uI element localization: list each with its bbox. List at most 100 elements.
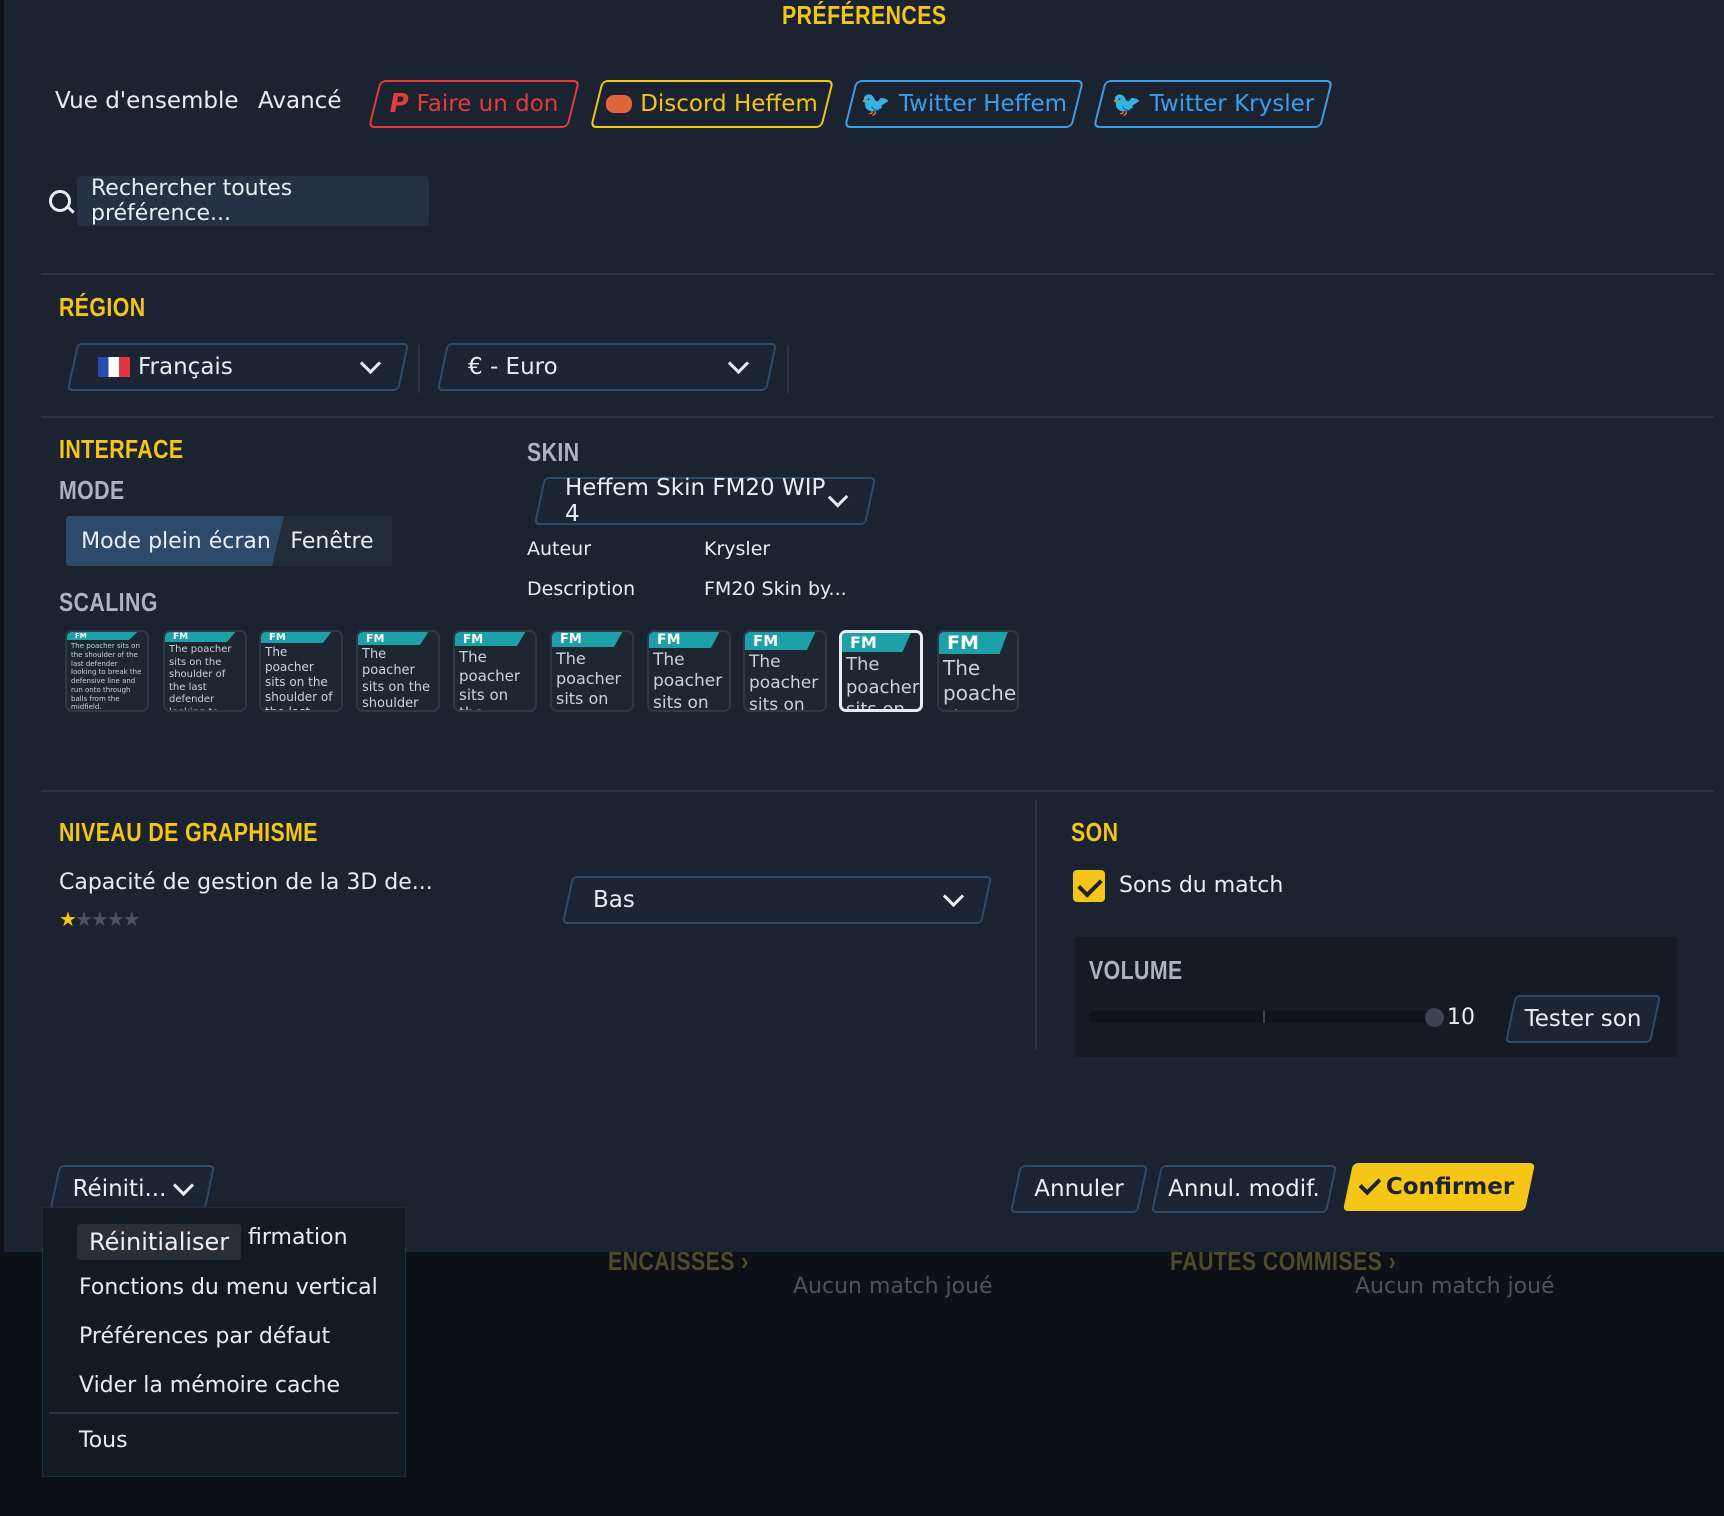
twitter-icon: 🐦	[1111, 90, 1142, 118]
fm-logo: FM	[67, 632, 138, 640]
twitter-krysler-button[interactable]: 🐦 Twitter Krysler	[1093, 80, 1333, 128]
star-icon: ★	[59, 907, 77, 931]
reset-dropdown-button[interactable]: Réiniti...	[48, 1165, 216, 1213]
confirm-button[interactable]: Confirmer	[1342, 1163, 1536, 1211]
paypal-icon: P	[389, 89, 409, 119]
reset-menu-item[interactable]: Fonctions du menu vertical	[79, 1275, 378, 1300]
divider-vertical	[418, 345, 420, 393]
bg-no-match-2: Aucun match joué	[1355, 1274, 1555, 1299]
tab-overview[interactable]: Vue d'ensemble	[55, 88, 239, 114]
scaling-option[interactable]: FM The poacher sits on the shoulder of th…	[259, 630, 343, 712]
scaling-preview-text: The poacher sits on the shoulder of the …	[71, 642, 142, 712]
undo-changes-button[interactable]: Annul. modif.	[1150, 1165, 1338, 1213]
check-icon	[1358, 1172, 1382, 1196]
discord-label: Discord Heffem	[640, 91, 818, 117]
region-title: RÉGION	[59, 292, 146, 322]
fm-logo: FM	[745, 632, 816, 650]
reset-menu-all[interactable]: Tous	[79, 1428, 128, 1453]
twitter-krysler-label: Twitter Krysler	[1149, 91, 1315, 117]
star-icon: ★	[90, 907, 109, 931]
scaling-title: SCALING	[59, 587, 158, 617]
scaling-option[interactable]: FMThe poacher sits on the shoulder of th…	[937, 630, 1019, 712]
cancel-button[interactable]: Annuler	[1009, 1165, 1149, 1213]
preferences-panel: PRÉFÉRENCES Vue d'ensemble Avancé P Faire…	[4, 0, 1724, 1252]
confirm-label: Confirmer	[1385, 1174, 1515, 1200]
reset-menu-item[interactable]: Préférences par défaut	[79, 1324, 330, 1349]
volume-tick	[1263, 1011, 1265, 1023]
graphics-level-select[interactable]: Bas	[561, 876, 993, 924]
twitter-heffem-label: Twitter Heffem	[898, 91, 1068, 117]
test-sound-button[interactable]: Tester son	[1504, 995, 1662, 1043]
reset-menu-item[interactable]: firmation	[248, 1225, 348, 1250]
author-label: Auteur	[527, 538, 592, 560]
bg-no-match-1: Aucun match joué	[793, 1274, 993, 1299]
search-input[interactable]: Rechercher toutes préférence...	[77, 176, 429, 226]
scaling-preview-text: The poacher sits on the shoulder of the …	[265, 645, 333, 712]
scaling-option[interactable]: FM The poacher sits on the shoulder of th…	[647, 630, 731, 712]
reset-tooltip: Réinitialiser	[77, 1224, 242, 1260]
currency-select[interactable]: € - Euro	[436, 343, 778, 391]
divider-vertical	[787, 345, 789, 393]
tab-advanced[interactable]: Avancé	[258, 88, 341, 114]
chevron-down-icon	[359, 352, 382, 374]
interface-title: INTERFACE	[59, 434, 184, 464]
star-icon: ★	[122, 907, 141, 931]
language-value: Français	[138, 354, 233, 380]
reset-label: Réiniti...	[72, 1176, 167, 1202]
graphics-stars: ★★★★★	[59, 907, 141, 931]
scaling-preview-text: The poacher sits on the shoulder of the …	[943, 656, 1019, 710]
scaling-option[interactable]: FM The poacher sits on the shoulder of th…	[356, 630, 440, 712]
scaling-option[interactable]: FM The poacher sits on the shoulder of th…	[743, 630, 827, 712]
mode-title: MODE	[59, 475, 125, 505]
fm-logo: FM	[649, 632, 720, 648]
divider	[41, 273, 1714, 275]
menu-divider	[49, 1412, 399, 1414]
graphics-level-value: Bas	[593, 887, 635, 913]
sound-title: SON	[1071, 817, 1119, 847]
match-sounds-label: Sons du match	[1119, 873, 1284, 898]
scaling-option[interactable]: FM The poacher sits on the shoulder of th…	[839, 630, 923, 712]
fm-logo: FM	[842, 633, 911, 652]
chevron-down-icon	[727, 352, 750, 374]
test-sound-label: Tester son	[1524, 1006, 1642, 1032]
divider	[41, 790, 1714, 792]
twitter-heffem-button[interactable]: 🐦 Twitter Heffem	[844, 80, 1084, 128]
scaling-preview-text: The poacher sits on the shoulder of the …	[556, 649, 622, 710]
star-icon: ★	[74, 907, 93, 931]
description-label: Description	[527, 578, 636, 600]
scaling-option[interactable]: FMThe poacher sits on the shoulder of th…	[163, 630, 247, 712]
scaling-preview-text: The poacher sits on the shoulder of the …	[169, 644, 232, 712]
donate-button[interactable]: P Faire un don	[368, 80, 580, 128]
fm-logo: FM	[261, 632, 332, 643]
language-select[interactable]: Français	[66, 343, 410, 391]
mode-window-button[interactable]: Fenêtre	[272, 516, 392, 566]
volume-slider[interactable]	[1089, 1011, 1435, 1023]
description-value: FM20 Skin by...	[704, 578, 847, 600]
skin-title: SKIN	[527, 437, 580, 467]
discord-button[interactable]: Discord Heffem	[590, 80, 834, 128]
reset-menu-item[interactable]: Vider la mémoire cache	[79, 1373, 340, 1398]
fm-logo: FM	[358, 632, 429, 645]
reset-menu: firmation Fonctions du menu vertical Pré…	[42, 1207, 406, 1477]
currency-value: € - Euro	[468, 354, 558, 380]
scaling-preview-text: The poacher sits on the shoulder of the …	[459, 648, 521, 710]
scaling-preview-text: The poacher sits on the shoulder of the …	[749, 652, 819, 712]
volume-box: VOLUME 10 Tester son	[1075, 937, 1677, 1057]
chevron-down-icon	[173, 1174, 195, 1196]
discord-icon	[606, 95, 633, 113]
scaling-preview-text: The poacher sits on the shoulder of the …	[653, 650, 723, 712]
scaling-preview-text: The poacher sits on the shoulder of the …	[362, 647, 431, 711]
flag-fr-icon	[98, 357, 130, 377]
page-title: PRÉFÉRENCES	[781, 0, 947, 30]
skin-select[interactable]: Heffem Skin FM20 WIP 4	[533, 475, 877, 527]
scaling-option[interactable]: FMThe poacher sits on the shoulder of th…	[550, 630, 634, 712]
volume-value: 10	[1447, 1005, 1475, 1030]
volume-handle[interactable]	[1425, 1008, 1444, 1027]
scaling-option[interactable]: FM The poacher sits on the shoulder of th…	[65, 630, 149, 712]
graphics-capability: Capacité de gestion de la 3D de...	[59, 870, 433, 895]
scaling-option[interactable]: FMThe poacher sits on the shoulder of th…	[453, 630, 537, 712]
mode-fullscreen-button[interactable]: Mode plein écran	[66, 516, 286, 566]
scaling-preview-text: The poacher sits on the shoulder of the …	[846, 654, 920, 712]
graphics-title: NIVEAU DE GRAPHISME	[59, 817, 318, 847]
undo-label: Annul. modif.	[1168, 1176, 1320, 1202]
